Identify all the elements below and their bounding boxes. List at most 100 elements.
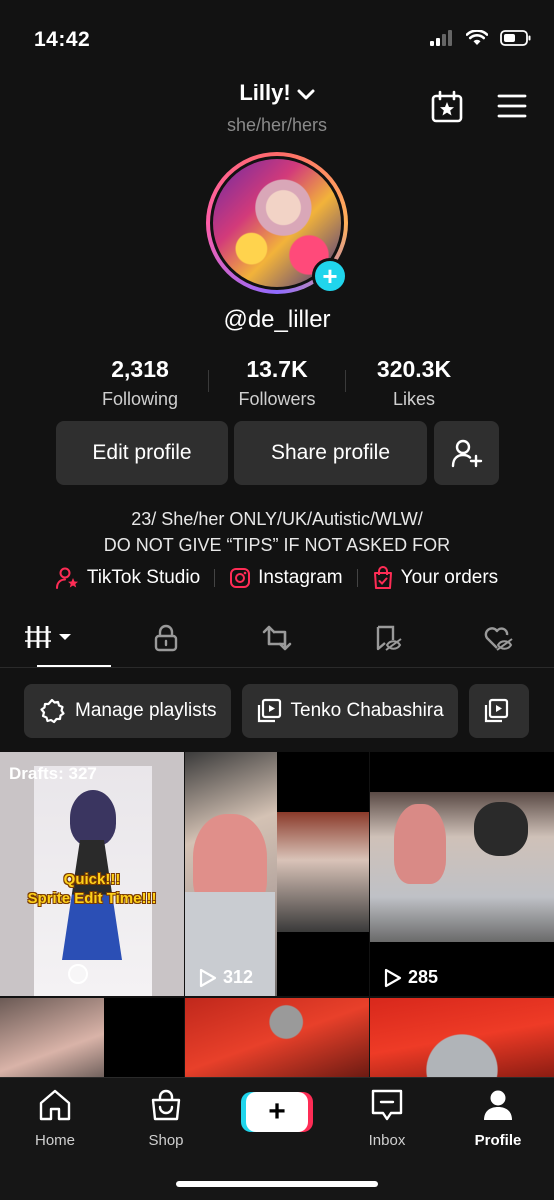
add-story-plus-icon[interactable]: +	[312, 258, 348, 294]
tab-private[interactable]	[111, 616, 222, 667]
home-indicator	[176, 1181, 378, 1187]
calendar-star-icon[interactable]	[430, 90, 464, 124]
shopping-bag-icon	[373, 566, 392, 589]
drafts-tile[interactable]: Quick!!! Sprite Edit Time!!! Drafts: 327	[0, 752, 184, 996]
draft-text-line: Sprite Edit Time!!!	[27, 890, 157, 907]
tab-videos[interactable]	[0, 616, 111, 667]
followers-stat[interactable]: 13.7K Followers	[209, 356, 345, 410]
view-count-value: 285	[408, 967, 439, 987]
video-black-block	[277, 752, 369, 812]
draft-text-line: Quick!!!	[63, 871, 121, 888]
grid-videos-icon	[25, 626, 72, 648]
playlist-label: Tenko Chabashira	[290, 700, 444, 721]
nav-shop[interactable]: Shop	[121, 1088, 211, 1149]
display-name: Lilly!	[239, 80, 291, 105]
nav-home[interactable]: Home	[10, 1088, 100, 1149]
tiktok-studio-link[interactable]: TikTok Studio	[55, 567, 201, 589]
nav-shop-label: Shop	[148, 1132, 184, 1149]
following-stat[interactable]: 2,318 Following	[72, 356, 208, 410]
share-profile-button[interactable]: Share profile	[234, 421, 427, 485]
drafts-count: Drafts: 327	[9, 764, 97, 783]
link-divider	[356, 569, 358, 587]
bio-line: DO NOT GIVE “TIPS” IF NOT ASKED FOR	[103, 535, 451, 555]
studio-label: TikTok Studio	[86, 567, 201, 588]
draft-character-hair	[70, 790, 116, 846]
view-count: 285	[384, 967, 438, 988]
video-hair-shape	[394, 804, 446, 884]
shop-bag-icon	[151, 1089, 181, 1121]
battery-icon	[500, 30, 531, 46]
following-count: 2,318	[111, 356, 169, 382]
nav-profile[interactable]: Profile	[453, 1088, 543, 1149]
profile-person-icon	[484, 1090, 512, 1120]
manage-playlists-button[interactable]: Manage playlists	[24, 684, 231, 738]
video-inset-shape	[277, 812, 369, 932]
playlist-icon	[257, 698, 281, 723]
chevron-down-icon	[297, 81, 315, 107]
playlist-chip[interactable]	[468, 684, 529, 738]
likes-count: 320.3K	[376, 356, 452, 382]
profile-tabs	[0, 616, 554, 668]
video-hair-shape	[474, 802, 528, 856]
tab-liked[interactable]	[443, 616, 554, 667]
profile-stats: 2,318 Following 13.7K Followers 320.3K L…	[0, 356, 554, 410]
nav-profile-label: Profile	[474, 1132, 522, 1149]
repost-icon	[262, 625, 292, 651]
playlist-icon	[484, 698, 508, 723]
instagram-label: Instagram	[258, 567, 343, 588]
tab-saved[interactable]	[332, 616, 443, 667]
manage-playlists-label: Manage playlists	[75, 700, 217, 721]
create-button[interactable]: +	[246, 1092, 308, 1132]
video-tile[interactable]	[185, 998, 369, 1078]
orders-label: Your orders	[400, 567, 499, 588]
bookmark-hidden-icon	[376, 625, 402, 651]
followers-label: Followers	[238, 389, 316, 409]
profile-handle: @de_liller	[223, 306, 331, 333]
video-tile[interactable]	[370, 998, 554, 1078]
video-black-block	[277, 932, 369, 996]
add-friends-button[interactable]	[434, 421, 499, 485]
following-label: Following	[101, 389, 179, 409]
record-circle-icon	[68, 964, 88, 984]
account-switcher[interactable]: Lilly!	[0, 80, 554, 107]
nav-inbox[interactable]: Inbox	[342, 1088, 432, 1149]
play-icon	[199, 968, 217, 987]
edit-profile-button[interactable]: Edit profile	[56, 421, 228, 485]
signal-icon	[430, 30, 452, 46]
view-count-value: 312	[223, 967, 254, 987]
instagram-icon	[230, 568, 251, 588]
play-icon	[384, 968, 402, 987]
view-count: 312	[199, 967, 253, 988]
pronouns: she/her/hers	[226, 115, 328, 135]
inbox-icon	[371, 1089, 403, 1121]
tab-reposts[interactable]	[222, 616, 333, 667]
wifi-icon	[466, 30, 488, 45]
bio-line: 23/ She/her ONLY/UK/Autistic/WLW/	[131, 509, 423, 529]
gear-icon	[40, 698, 65, 724]
video-tile[interactable]	[0, 998, 184, 1078]
instagram-link[interactable]: Instagram	[229, 567, 343, 589]
playlist-chip[interactable]: Tenko Chabashira	[241, 684, 458, 738]
menu-icon[interactable]	[497, 93, 527, 119]
status-time: 14:42	[34, 28, 91, 51]
profile-links: TikTok Studio Instagram Your orders	[0, 566, 554, 590]
profile-bio: 23/ She/her ONLY/UK/Autistic/WLW/ DO NOT…	[0, 506, 554, 558]
video-black-block	[104, 998, 184, 1078]
video-tile[interactable]: 285	[370, 752, 554, 996]
draft-overlay-text: Quick!!! Sprite Edit Time!!!	[0, 870, 184, 908]
home-icon	[39, 1089, 71, 1121]
nav-inbox-label: Inbox	[368, 1132, 406, 1149]
video-tile[interactable]: 312	[185, 752, 369, 996]
studio-user-icon	[55, 567, 78, 589]
playlists-row: Manage playlists Tenko Chabashira	[24, 684, 529, 738]
link-divider	[214, 569, 216, 587]
lock-icon	[154, 624, 178, 652]
followers-count: 13.7K	[246, 356, 308, 382]
heart-hidden-icon	[484, 627, 513, 651]
likes-label: Likes	[392, 389, 436, 409]
add-user-icon	[451, 439, 482, 468]
nav-home-label: Home	[34, 1132, 75, 1149]
your-orders-link[interactable]: Your orders	[372, 566, 499, 590]
status-icons	[430, 30, 532, 46]
likes-stat[interactable]: 320.3K Likes	[346, 356, 482, 410]
